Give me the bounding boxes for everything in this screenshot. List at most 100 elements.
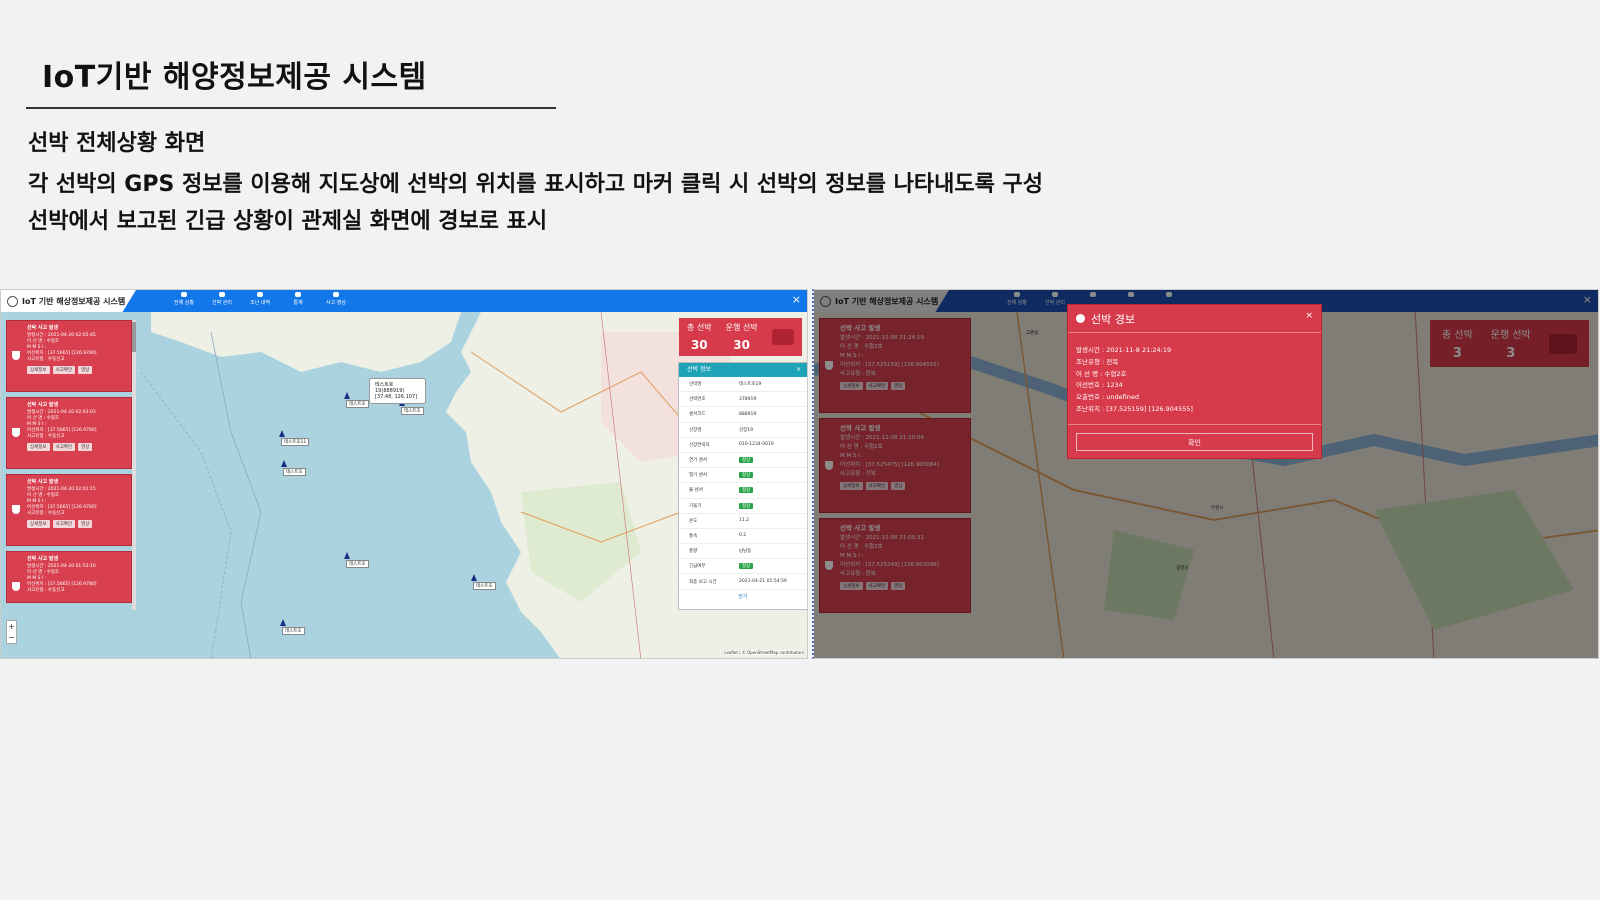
alert-line: 발생시간 : 2021-11-8 21:24:19 [1076,346,1172,354]
confirm-accident-button[interactable]: 사고확인 [52,443,76,451]
info-value: 테스트호19 [739,382,762,388]
info-row: 연기 센서 정상 [679,453,807,469]
ship-marker-label: 테스트호 [401,407,424,415]
accident-list-scrollbar[interactable] [132,320,136,610]
info-row: 최종 보고 시간 2021-04-21 01:54:59 [679,574,807,590]
ship-info-panel: 선박 정보 × 선박명 테스트호19 선박번호 378919 센서코드 888919 … [678,362,807,610]
tab-ship-management[interactable]: 선박 관리 [209,292,235,306]
shield-icon [12,428,20,437]
info-key: 선장명 [689,427,702,433]
info-key: 풍향 [689,549,698,555]
ship-marker-label: 테스트호 [283,468,306,476]
close-icon[interactable]: × [1305,311,1313,321]
chart-icon [295,292,301,297]
details-button[interactable]: 상세정보 [27,443,50,451]
info-row: 풍향 남남동 [679,544,807,560]
status-badge: 정상 [739,472,754,479]
info-key: 연기 센서 [689,458,707,464]
card-line: 사고유형 : 수동신고 [27,511,65,516]
ship-marker-label: 테스트호 [346,560,369,568]
accident-card: 선박 사고 발생 발생시간 : 2021-04-20 02:05:45 어 선 … [6,320,132,392]
info-key: 선박명 [689,382,702,388]
video-button[interactable]: 영상 [78,520,93,528]
tab-distress-history[interactable]: 조난 내역 [247,292,273,306]
info-key: 선박번호 [689,397,706,403]
details-button[interactable]: 상세정보 [27,366,50,374]
nav-tabs: 전체 상황 선박 관리 조난 내역 통계 사고 영상 [171,292,349,306]
active-ships: 운행 선박 30 [726,322,758,352]
info-row: 풍속 0.2 [679,529,807,545]
close-icon[interactable]: × [796,363,801,377]
ship-marker[interactable] [281,460,287,467]
confirm-accident-button[interactable]: 사고확인 [52,520,76,528]
info-row: 선장명 선장19 [679,423,807,438]
screenshot-alert: 부천시 광명시 고촌읍 IoT 기반 해상정보제공 시스템 전체 상황 선박 관… [812,289,1599,659]
info-row: 긴급여부 정상 [679,559,807,575]
close-link[interactable]: 닫기 [679,593,807,600]
accident-card: 선박 사고 발생 발생시간 : 2021-04-20 01:53:10 어 선 … [6,551,132,603]
tab-label: 전체 상황 [174,300,194,306]
alert-line: 어 선 명 : 수협2호 [1076,369,1127,378]
ship-info-title: 선박 정보 [687,366,711,373]
tab-label: 사고 영상 [326,300,346,306]
ship-marker-label: 테스트호 [346,400,369,408]
info-row: 기울기 정상 [679,499,807,514]
ship-marker[interactable] [280,619,286,626]
alert-header: 선박 경보 × [1068,305,1321,333]
zoom-out-button[interactable]: − [7,632,16,643]
info-key: 온도 [689,518,698,524]
card-title: 선박 사고 발생 [27,402,59,408]
active-ships-label: 운행 선박 [725,323,758,332]
info-key: 센서코드 [689,412,706,418]
tab-label: 선박 관리 [212,300,232,306]
info-row: 열기 센서 정상 [679,468,807,484]
zoom-control: + − [6,620,17,644]
status-badge: 정상 [739,563,754,570]
info-value: 378919 [739,396,757,402]
alert-line: 오출번호 : undefined [1076,393,1139,402]
close-icon[interactable]: × [792,293,801,306]
info-row: 불 센서 정상 [679,483,807,499]
info-row: 센서코드 888919 [679,407,807,423]
ship-icon [219,292,225,297]
card-title: 선박 사고 발생 [27,325,59,331]
video-icon [333,292,339,297]
ship-logo-icon [7,295,18,307]
video-button[interactable]: 영상 [78,443,93,451]
alert-body: 발생시간 : 2021-11-8 21:24:19 조난유형 : 전복 어 선 … [1068,333,1321,416]
shield-icon [12,351,20,360]
details-button[interactable]: 상세정보 [27,520,50,528]
ship-marker[interactable] [344,552,350,559]
info-row: 선박번호 378919 [679,392,807,408]
alert-line: 조난유형 : 전복 [1076,357,1119,366]
ship-marker[interactable] [279,430,285,437]
card-title: 선박 사고 발생 [27,556,59,562]
ship-marker[interactable] [471,574,477,581]
ship-info-header: 선박 정보 × [679,363,807,377]
info-value: 2021-04-21 01:54:59 [739,579,787,585]
ship-marker-label: 테스트호 [282,627,305,635]
confirm-accident-button[interactable]: 사고확인 [52,366,76,374]
ship-alert-modal: 선박 경보 × 발생시간 : 2021-11-8 21:24:19 조난유형 :… [1067,304,1322,459]
zoom-in-button[interactable]: + [7,621,16,632]
map-attribution[interactable]: Leaflet | © OpenStreetMap contributors [724,650,804,655]
card-line: 사고유형 : 수동신고 [27,588,65,593]
info-key: 기울기 [689,503,702,509]
ship-marker-label: 테스트호 [473,582,496,590]
tab-accident-video[interactable]: 사고 영상 [323,292,349,306]
info-row: 온도 11.2 [679,514,807,529]
video-button[interactable]: 영상 [78,366,93,374]
confirm-button[interactable]: 확인 [1076,432,1313,451]
tab-overview[interactable]: 전체 상황 [171,292,197,306]
ship-marker-label: 테스트호11 [281,438,310,446]
ship-marker[interactable] [344,392,350,399]
bullet-3: 선박에서 보고된 긴급 상황이 관제실 화면에 경보로 표시 [28,209,548,234]
shield-icon [12,582,20,591]
popup-name: 테스트호19(888919) [375,382,405,394]
tab-statistics[interactable]: 통계 [285,292,311,306]
info-key: 긴급여부 [689,564,706,570]
total-ships-count: 30 [690,338,708,352]
info-value: 0.2 [739,533,747,539]
accident-list: 선박 사고 발생 발생시간 : 2021-04-20 02:05:45 어 선 … [6,320,138,608]
card-buttons: 상세정보 사고확인 영상 [27,443,127,451]
